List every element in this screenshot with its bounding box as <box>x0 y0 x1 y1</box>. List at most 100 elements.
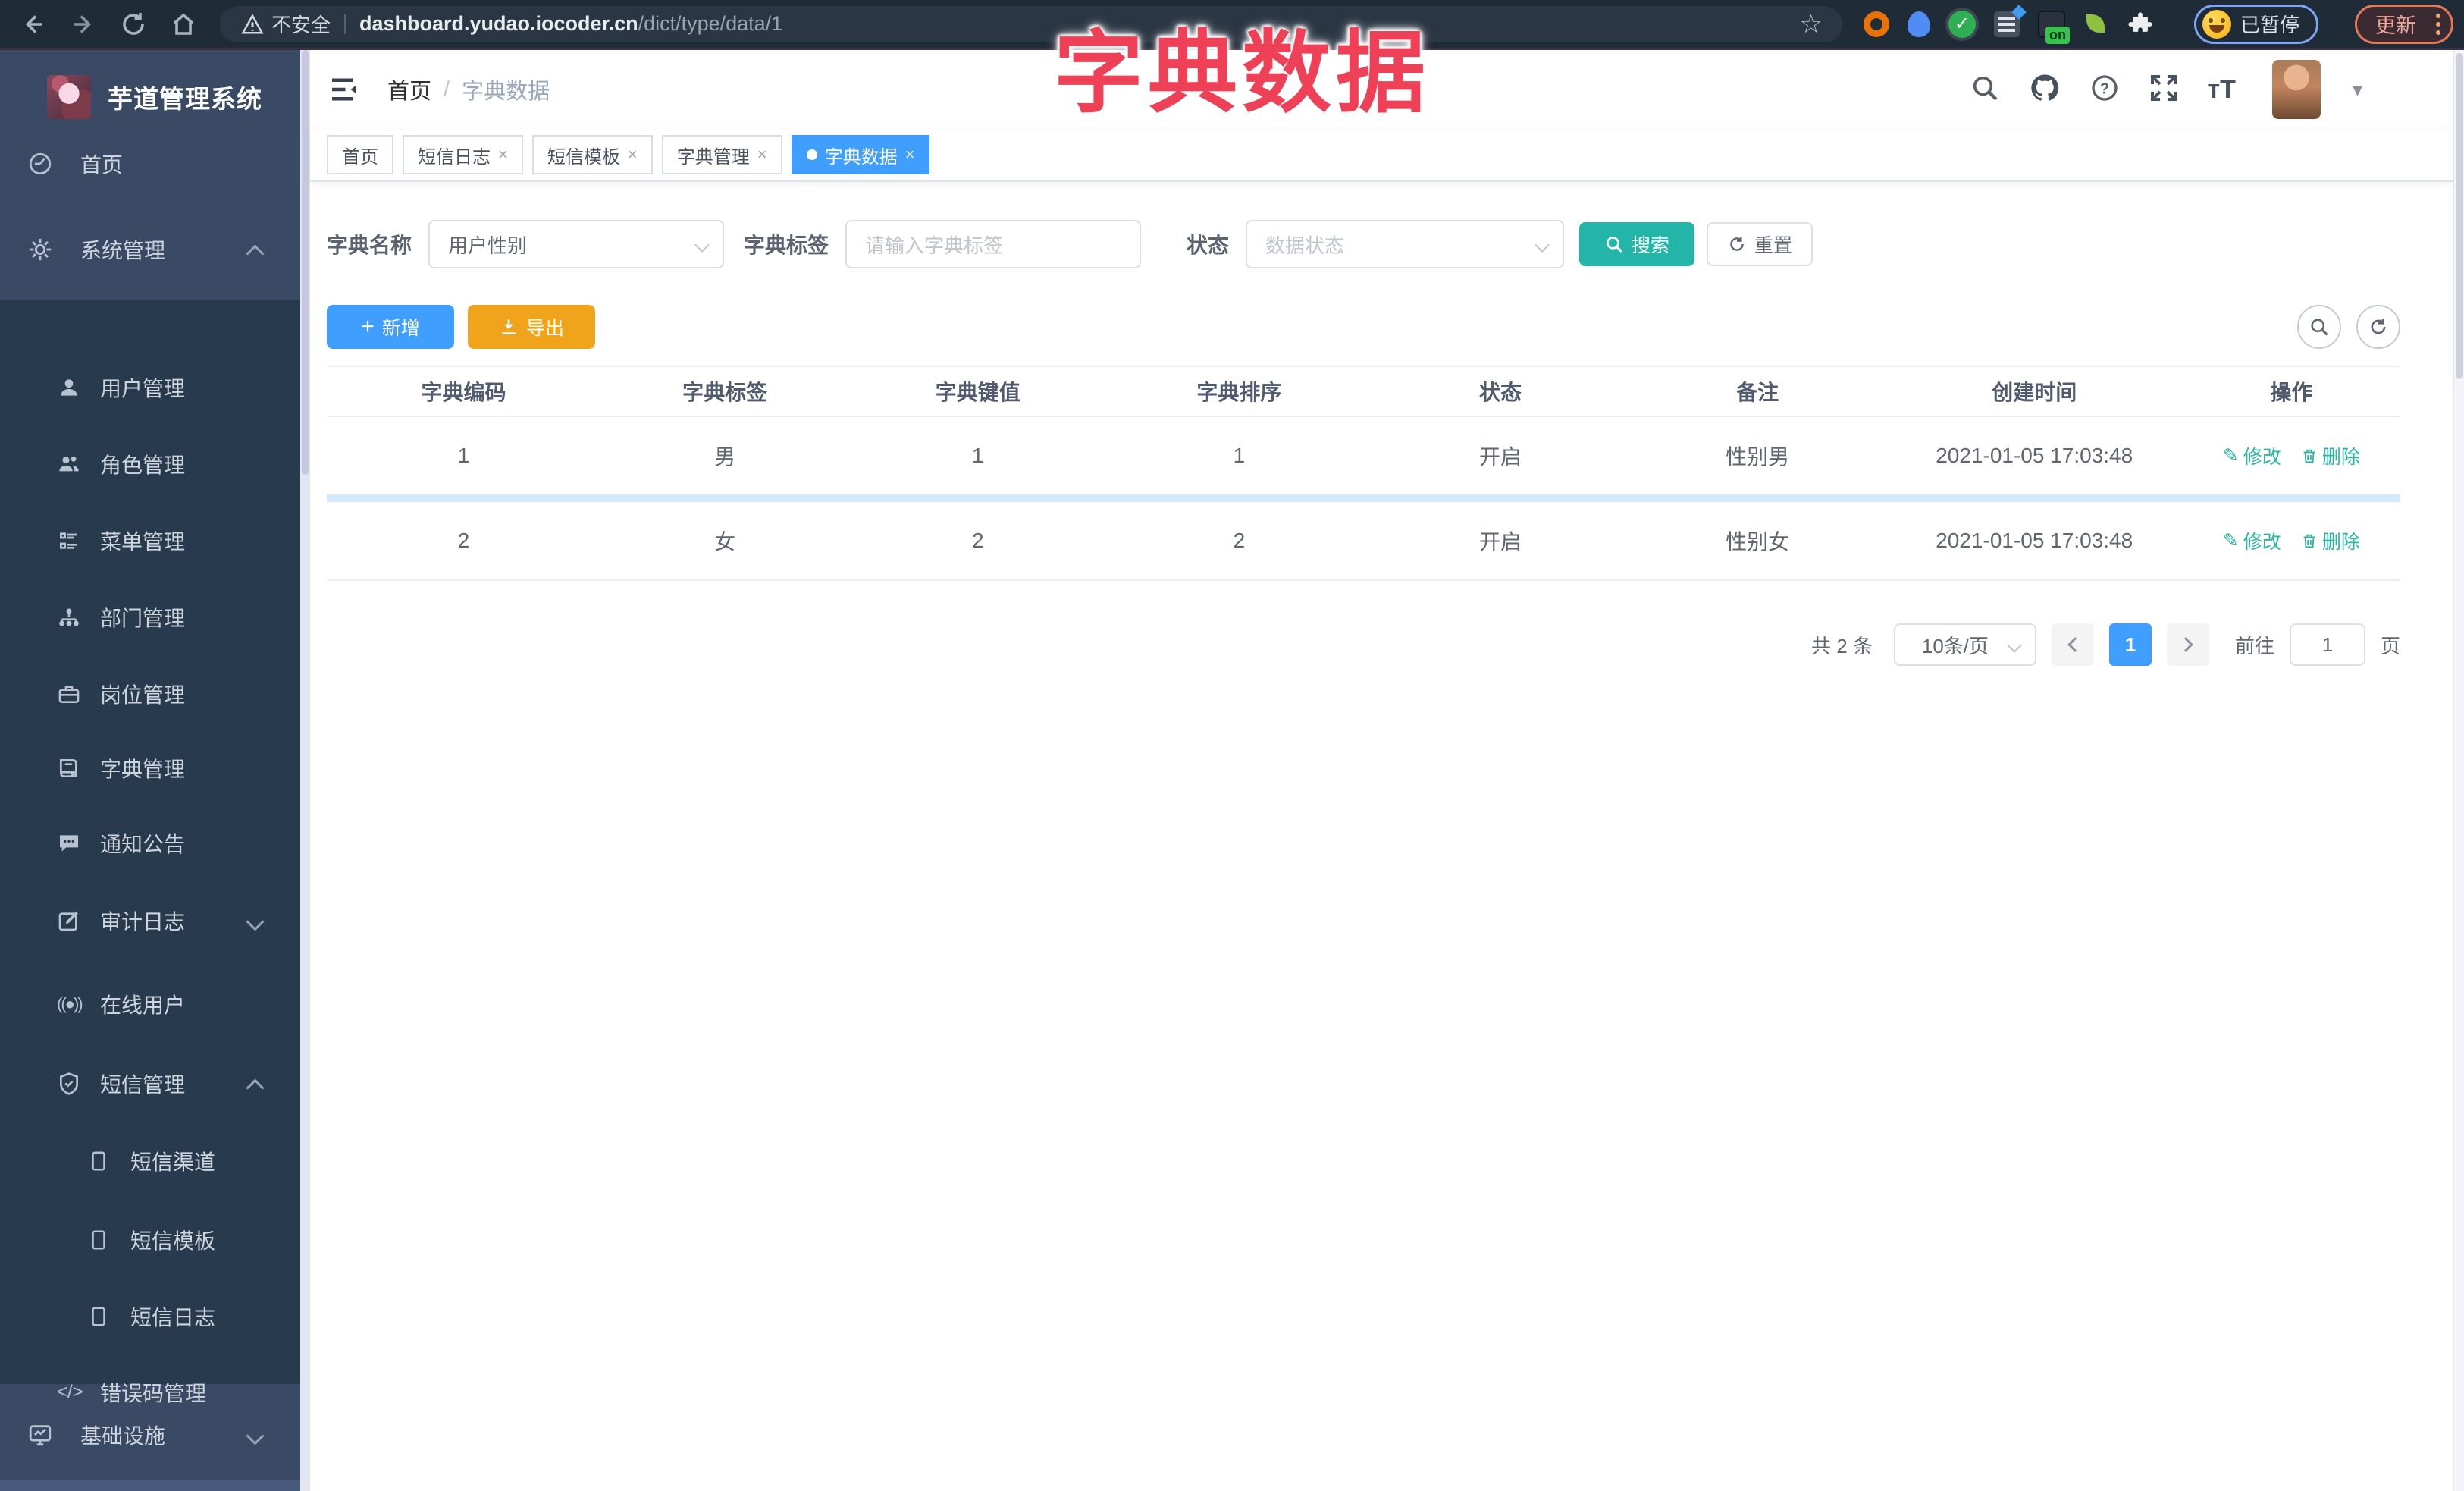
tag-sms-template[interactable]: 短信模板 × <box>531 135 653 174</box>
dict-name-select[interactable]: 用户性别 <box>428 220 725 268</box>
sidebar-item-users[interactable]: 用户管理 <box>0 350 300 425</box>
refresh-icon[interactable] <box>2356 305 2400 349</box>
current-page-button[interactable]: 1 <box>2108 623 2152 666</box>
extension-on-icon[interactable]: on <box>2038 10 2070 44</box>
extension-drop-icon[interactable] <box>1908 11 1930 37</box>
sidebar-item-dict[interactable]: 字典管理 <box>0 730 300 806</box>
browser-update-button[interactable]: 更新 <box>2355 4 2454 44</box>
trash-icon <box>2303 449 2315 463</box>
page-scrollbar-thumb[interactable] <box>2456 53 2463 379</box>
page-scrollbar[interactable] <box>2453 50 2464 1491</box>
col-header[interactable]: 备注 <box>1629 376 1886 406</box>
cell-value: 1 <box>971 444 984 467</box>
sidebar-item-system[interactable]: 系统管理 <box>0 212 300 287</box>
close-icon[interactable]: × <box>498 145 508 165</box>
next-page-button[interactable] <box>2166 623 2209 666</box>
extension-check-icon[interactable]: ✓ <box>1948 10 1976 38</box>
edit-link[interactable]: ✎ 修改 <box>2223 442 2281 469</box>
col-header[interactable]: 创建时间 <box>1886 376 2183 406</box>
extension-bars-icon[interactable] <box>1994 4 2027 37</box>
export-button[interactable]: 导出 <box>468 305 595 349</box>
user-avatar[interactable] <box>2271 60 2321 119</box>
sidebar-item-audit-log[interactable]: 审计日志 <box>0 883 300 959</box>
extension-ring-icon[interactable] <box>1864 11 1889 37</box>
screen: 不安全 dashboard.yudao.iocoder.cn /dict/typ… <box>0 0 2464 1491</box>
delete-link[interactable]: 删除 <box>2301 442 2360 469</box>
tag-dict-manage[interactable]: 字典管理 × <box>661 135 782 174</box>
table-row[interactable]: 2 女 2 2 开启 性别女 2021-01-05 17:03:48 ✎ 修改 删… <box>327 502 2400 579</box>
dict-tag-input[interactable]: 请输入字典标签 <box>845 220 1142 268</box>
status-select[interactable]: 数据状态 <box>1246 220 1565 268</box>
cell-value: 2 <box>971 529 984 552</box>
main-area: 首页 / 字典数据 ? тT ▾ 首页 短信日志 × 短信模板 × 字典管理 ×… <box>310 50 2453 1491</box>
user-menu-caret-icon[interactable]: ▾ <box>2353 78 2362 102</box>
sidebar-item-label: 短信日志 <box>130 1306 216 1329</box>
not-secure-label[interactable]: 不安全 <box>271 10 331 38</box>
github-icon[interactable] <box>2029 72 2061 108</box>
reload-icon[interactable] <box>117 8 150 41</box>
sidebar-item-roles[interactable]: 角色管理 <box>0 426 300 502</box>
table-row[interactable]: 1 男 1 1 开启 性别男 2021-01-05 17:03:48 ✎ 修改 删… <box>327 417 2400 494</box>
sidebar-item-posts[interactable]: 岗位管理 <box>0 656 300 732</box>
col-header[interactable]: 字典排序 <box>1106 376 1372 406</box>
help-icon[interactable]: ? <box>2089 73 2120 107</box>
fullscreen-icon[interactable] <box>2149 73 2179 107</box>
tag-sms-log[interactable]: 短信日志 × <box>403 135 523 174</box>
tag-dict-data-active[interactable]: 字典数据 × <box>791 135 930 174</box>
book-icon <box>57 756 81 780</box>
breadcrumb-separator: / <box>444 77 450 102</box>
sidebar-item-online-users[interactable]: ((●)) 在线用户 <box>0 966 300 1042</box>
search-button[interactable]: 搜索 <box>1579 222 1695 266</box>
col-header[interactable]: 状态 <box>1372 376 1629 406</box>
dict-tag-label: 字典标签 <box>744 234 829 257</box>
forward-icon[interactable] <box>67 8 100 41</box>
bookmark-star-icon[interactable]: ☆ <box>1800 9 1823 39</box>
sidebar-item-departments[interactable]: 部门管理 <box>0 579 300 655</box>
goto-suffix: 页 <box>2380 634 2400 658</box>
delete-link[interactable]: 删除 <box>2301 527 2360 554</box>
header-search-icon[interactable] <box>1970 73 2000 107</box>
sidebar-item-sms-template[interactable]: 短信模板 <box>0 1202 300 1278</box>
tag-home[interactable]: 首页 <box>327 135 393 174</box>
sidebar-item-sms[interactable]: 短信管理 <box>0 1046 300 1122</box>
browser-menu-kebab-icon[interactable] <box>2436 21 2441 27</box>
home-icon[interactable] <box>167 8 200 41</box>
col-header[interactable]: 字典键值 <box>849 376 1106 406</box>
goto-page-input[interactable]: 1 <box>2289 623 2365 666</box>
add-button[interactable]: + 新增 <box>327 305 454 349</box>
cell-tag: 女 <box>714 530 736 554</box>
sidebar-fold-icon[interactable] <box>327 74 359 105</box>
toggle-search-icon[interactable] <box>2297 305 2341 349</box>
sidebar-item-home[interactable]: 首页 <box>0 126 300 202</box>
col-header[interactable]: 字典标签 <box>600 376 849 406</box>
sidebar-item-menus[interactable]: 菜单管理 <box>0 503 300 579</box>
close-icon[interactable]: × <box>628 145 638 165</box>
sidebar-scrollbar-thumb[interactable] <box>302 50 309 475</box>
sidebar-item-sms-log[interactable]: 短信日志 <box>0 1279 300 1354</box>
back-icon[interactable] <box>17 8 50 41</box>
sidebar-item-infrastructure[interactable]: 基础设施 <box>0 1397 300 1473</box>
col-header[interactable]: 操作 <box>2183 376 2400 406</box>
extensions-puzzle-icon[interactable] <box>2127 11 2153 37</box>
pagination-total: 共 2 条 <box>1811 634 1873 658</box>
col-header[interactable]: 字典编码 <box>327 376 600 406</box>
close-icon[interactable]: × <box>905 145 915 165</box>
edit-link[interactable]: ✎ 修改 <box>2223 527 2281 554</box>
page-size-select[interactable]: 10条/页 <box>1893 623 2036 666</box>
profile-paused-badge[interactable]: 已暂停 <box>2194 4 2319 44</box>
url-host[interactable]: dashboard.yudao.iocoder.cn <box>359 12 638 36</box>
reset-button[interactable]: 重置 <box>1707 222 1814 266</box>
sidebar-item-notice[interactable]: 通知公告 <box>0 805 300 881</box>
select-caret-icon <box>694 237 710 253</box>
app-logo-row[interactable]: 芋道管理系统 <box>0 61 300 133</box>
url-bar[interactable]: 不安全 dashboard.yudao.iocoder.cn /dict/typ… <box>220 5 1842 42</box>
url-path[interactable]: /dict/type/data/1 <box>638 12 783 36</box>
prev-page-button[interactable] <box>2051 623 2094 666</box>
breadcrumb-current: 字典数据 <box>462 80 550 104</box>
font-size-icon[interactable]: тT <box>2208 75 2236 105</box>
extension-leaf-icon[interactable] <box>2083 11 2109 37</box>
sidebar-item-sms-channel[interactable]: 短信渠道 <box>0 1123 300 1199</box>
sidebar-scrollbar[interactable] <box>300 50 310 1491</box>
breadcrumb-home[interactable]: 首页 <box>387 74 431 105</box>
close-icon[interactable]: × <box>757 145 767 165</box>
